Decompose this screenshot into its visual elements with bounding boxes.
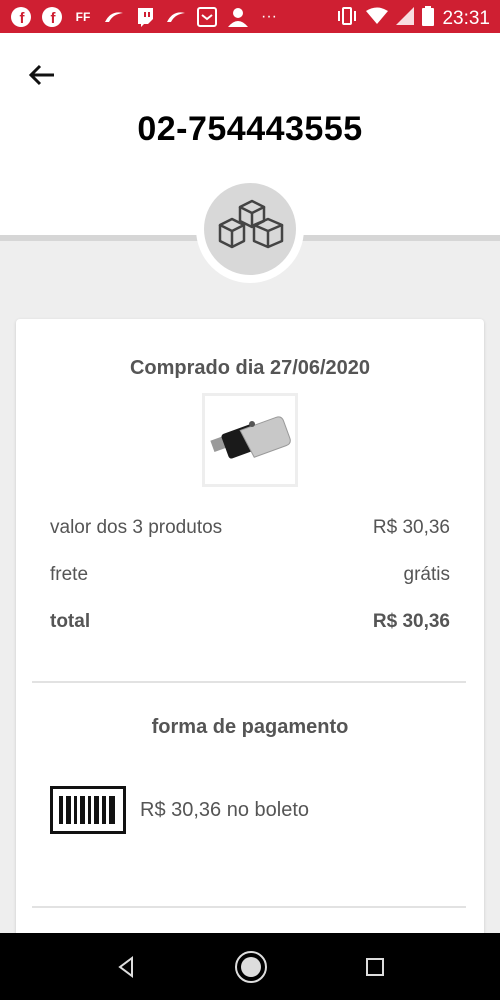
facebook-icon: f	[10, 6, 32, 28]
shipping-value: grátis	[403, 564, 450, 585]
boxes-icon	[218, 199, 284, 249]
barcode-icon	[50, 786, 126, 834]
person-icon	[227, 6, 249, 28]
inbox-icon	[196, 6, 218, 28]
notification-icons: f f FF ···	[10, 6, 280, 28]
nav-home-button[interactable]	[233, 949, 269, 985]
more-icon: ···	[261, 8, 277, 25]
payment-title: forma de pagamento	[151, 716, 349, 738]
order-status-indicator	[196, 175, 304, 283]
arrow-left-icon	[28, 64, 54, 86]
wifi-icon	[366, 7, 389, 30]
triangle-back-icon	[118, 956, 133, 978]
square-recents-icon	[366, 958, 384, 976]
products-value-label: valor dos 3 produtos	[50, 517, 223, 538]
order-details-card: Comprado dia 27/06/2020 valor dos 3 prod…	[16, 319, 484, 959]
products-value-amount: R$ 30,36	[372, 517, 450, 538]
total-label: total	[50, 611, 91, 632]
back-button[interactable]	[24, 58, 60, 94]
shipping-label: frete	[50, 564, 89, 585]
purchase-date: Comprado dia 27/06/2020	[129, 357, 371, 379]
home-circle-icon	[235, 951, 267, 983]
twitch-icon	[134, 6, 156, 28]
system-icons: 23:31	[336, 6, 490, 31]
facebook-icon: f	[41, 6, 63, 28]
divider	[32, 681, 466, 683]
order-number: 02-754443555	[137, 110, 363, 148]
total-value: R$ 30,36	[372, 611, 450, 632]
swirl-icon	[165, 6, 187, 28]
products-value-row: valor dos 3 produtos R$ 30,36	[50, 517, 450, 543]
total-row: total R$ 30,36	[50, 611, 450, 637]
vibrate-icon	[336, 6, 358, 31]
status-time: 23:31	[442, 7, 490, 29]
nav-back-button[interactable]	[112, 952, 142, 982]
product-thumbnail[interactable]	[202, 393, 298, 487]
divider	[32, 906, 466, 908]
nav-recents-button[interactable]	[360, 952, 390, 982]
payment-method-text: R$ 30,36 no boleto	[140, 799, 310, 821]
ff-icon: FF	[75, 10, 91, 24]
battery-icon	[422, 6, 435, 31]
status-bar: f f FF ··· 23:31	[0, 0, 500, 33]
usb-drive-icon	[210, 416, 291, 459]
shipping-row: frete grátis	[50, 564, 450, 590]
swirl-icon	[103, 6, 125, 28]
system-navigation-bar	[0, 933, 500, 1000]
signal-icon	[396, 7, 415, 30]
